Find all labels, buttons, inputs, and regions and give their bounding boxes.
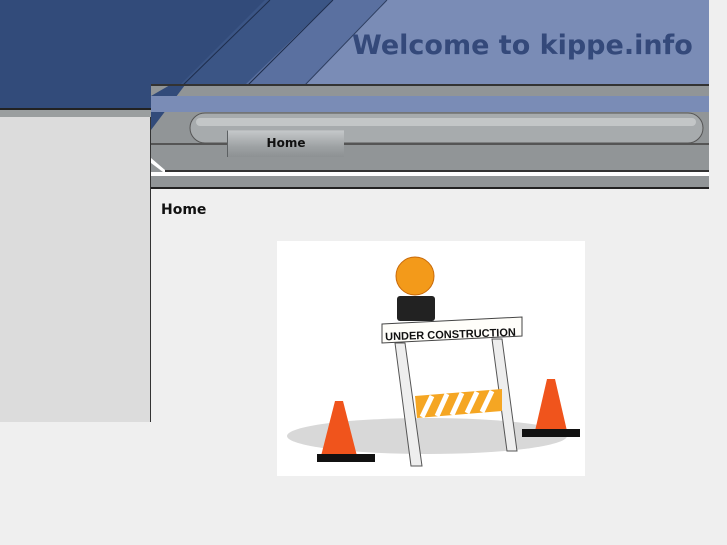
site-title: Welcome to kippe.info [352, 30, 693, 61]
nav-item-home[interactable]: Home [227, 130, 344, 157]
traffic-cone-icon [535, 379, 567, 431]
under-construction-image: UNDER CONSTRUCTION [277, 241, 585, 476]
warning-light-icon [395, 256, 435, 296]
page-heading: Home [161, 202, 207, 218]
sidebar [0, 117, 151, 422]
